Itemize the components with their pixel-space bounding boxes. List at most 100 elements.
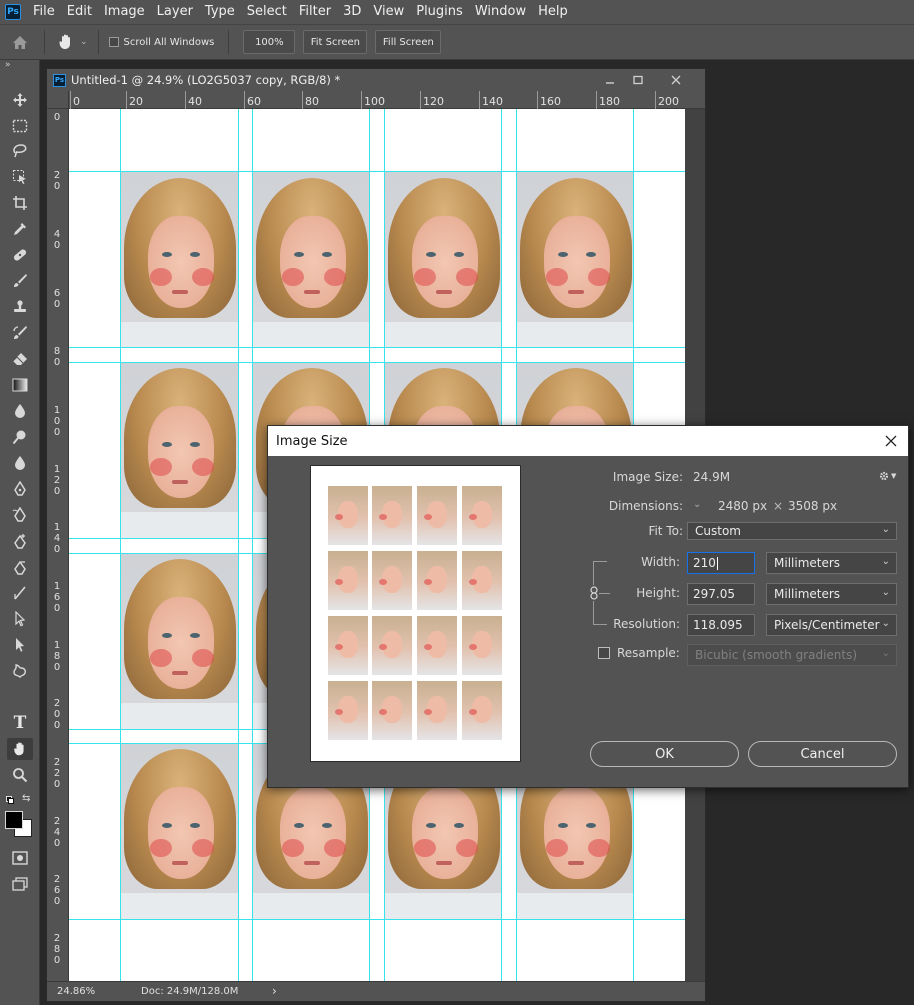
history-brush-tool-icon[interactable] <box>7 322 33 344</box>
zoom-level[interactable]: 24.86% <box>57 986 95 997</box>
resolution-unit-dropdown[interactable]: Pixels/Centimeter ⌄ <box>766 614 897 636</box>
document-tab[interactable]: Ps Untitled-1 @ 24.9% (LO2G5037 copy, RG… <box>47 69 705 91</box>
menu-view[interactable]: View <box>367 0 410 24</box>
move-tool-icon[interactable] <box>7 89 33 111</box>
dialog-title-bar[interactable]: Image Size <box>268 426 908 456</box>
chevron-down-icon[interactable]: ⌄ <box>693 499 701 510</box>
width-label: Width: <box>641 555 680 569</box>
convert-point-tool-icon[interactable] <box>7 582 33 604</box>
freeform-pen-tool-icon[interactable] <box>7 504 33 526</box>
ruler-label: 0 <box>73 95 80 108</box>
menu-plugins[interactable]: Plugins <box>410 0 469 24</box>
lasso-tool-icon[interactable] <box>7 140 33 162</box>
preview-thumbnail <box>417 551 457 610</box>
vertical-ruler[interactable]: 0 2 0 4 0 6 0 8 0 1 0 0 1 2 0 1 4 0 1 6 … <box>47 109 69 981</box>
marquee-tool-icon[interactable] <box>7 115 33 137</box>
chevron-down-icon: ⌄ <box>881 587 890 598</box>
object-select-tool-icon[interactable] <box>7 166 33 188</box>
crop-tool-icon[interactable] <box>7 192 33 214</box>
menu-filter[interactable]: Filter <box>293 0 337 24</box>
horizontal-ruler[interactable]: 0 20 40 60 80 100 120 140 160 180 200 <box>69 91 705 109</box>
scroll-all-windows-checkbox[interactable]: Scroll All Windows <box>108 37 214 48</box>
quick-mask-icon[interactable] <box>7 847 33 869</box>
menu-help[interactable]: Help <box>532 0 574 24</box>
guide-line[interactable] <box>69 362 685 363</box>
add-anchor-point-tool-icon[interactable] <box>7 530 33 552</box>
minimize-icon[interactable] <box>597 69 623 91</box>
width-input[interactable]: 210 <box>687 552 755 574</box>
guide-line[interactable] <box>69 171 685 172</box>
guide-line[interactable] <box>238 109 239 981</box>
swap-colors-icon[interactable]: ⇆ <box>22 793 30 804</box>
zoom-100-button[interactable]: 100% <box>243 30 296 54</box>
chevron-down-icon: ⌄ <box>881 618 890 629</box>
smudge-tool-icon[interactable] <box>7 452 33 474</box>
direct-select-tool-icon[interactable] <box>7 634 33 656</box>
preview-thumbnail <box>417 681 457 740</box>
zoom-tool-icon[interactable] <box>7 764 33 786</box>
link-chain-icon[interactable] <box>588 585 599 601</box>
menu-3d[interactable]: 3D <box>337 0 367 24</box>
ok-button[interactable]: OK <box>590 741 739 767</box>
width-unit-dropdown[interactable]: Millimeters ⌄ <box>766 552 897 574</box>
preview-thumbnail <box>372 486 412 545</box>
screen-mode-icon[interactable] <box>7 873 33 895</box>
hand-tool-icon[interactable] <box>7 738 33 760</box>
fit-screen-button[interactable]: Fit Screen <box>303 30 368 54</box>
guide-line[interactable] <box>69 919 685 920</box>
panel-collapse-icon[interactable]: » <box>5 60 11 70</box>
status-menu-arrow-icon[interactable]: › <box>272 984 277 998</box>
cancel-button[interactable]: Cancel <box>748 741 897 767</box>
healing-brush-tool-icon[interactable] <box>7 244 33 266</box>
guide-line[interactable] <box>120 109 121 981</box>
menu-select[interactable]: Select <box>241 0 293 24</box>
maximize-icon[interactable] <box>625 69 651 91</box>
menu-layer[interactable]: Layer <box>151 0 199 24</box>
gear-icon[interactable]: ▼ <box>878 470 896 482</box>
height-unit-dropdown[interactable]: Millimeters ⌄ <box>766 583 897 605</box>
eyedropper-tool-icon[interactable] <box>7 218 33 240</box>
menu-file[interactable]: File <box>27 0 61 24</box>
image-preview[interactable] <box>310 465 521 762</box>
home-icon[interactable] <box>0 25 40 59</box>
close-icon[interactable] <box>663 69 689 91</box>
close-icon[interactable] <box>880 430 902 452</box>
guide-line[interactable] <box>69 347 685 348</box>
menu-edit[interactable]: Edit <box>61 0 98 24</box>
foreground-color-swatch[interactable] <box>5 811 23 829</box>
guide-line[interactable] <box>252 109 253 981</box>
ruler-label: 2 0 <box>53 170 61 192</box>
fill-screen-button[interactable]: Fill Screen <box>375 30 442 54</box>
ruler-label: 2 6 0 <box>53 874 61 907</box>
hand-tool-preset-picker[interactable]: ⌄ <box>57 33 88 51</box>
resample-dropdown[interactable]: Bicubic (smooth gradients) ⌄ <box>687 644 897 666</box>
custom-shape-tool-icon[interactable] <box>7 660 33 682</box>
fit-to-dropdown[interactable]: Custom ⌄ <box>687 522 897 540</box>
menu-image[interactable]: Image <box>98 0 151 24</box>
menu-bar: Ps File Edit Image Layer Type Select Fil… <box>0 0 914 24</box>
ruler-origin[interactable] <box>47 91 69 109</box>
brush-tool-icon[interactable] <box>7 270 33 292</box>
delete-anchor-point-tool-icon[interactable] <box>7 556 33 578</box>
ruler-label: 140 <box>482 95 503 108</box>
eraser-tool-icon[interactable] <box>7 348 33 370</box>
default-colors-icon[interactable] <box>6 796 14 804</box>
height-unit-value: Millimeters <box>774 587 841 601</box>
menu-type[interactable]: Type <box>199 0 241 24</box>
dodge-tool-icon[interactable] <box>7 426 33 448</box>
photoshop-logo-icon: Ps <box>5 4 21 20</box>
blur-tool-icon[interactable] <box>7 400 33 422</box>
ruler-label: 200 <box>658 95 679 108</box>
resample-checkbox[interactable] <box>598 647 610 659</box>
type-tool-icon[interactable]: T <box>7 712 33 734</box>
gradient-tool-icon[interactable] <box>7 374 33 396</box>
height-input[interactable]: 297.05 <box>687 583 755 605</box>
menu-window[interactable]: Window <box>469 0 532 24</box>
resolution-input[interactable]: 118.095 <box>687 614 755 636</box>
clone-stamp-tool-icon[interactable] <box>7 296 33 318</box>
ruler-label: 2 4 0 <box>53 816 61 849</box>
pen-tool-icon[interactable] <box>7 478 33 500</box>
portrait-photo <box>120 362 238 538</box>
path-select-tool-icon[interactable] <box>7 608 33 630</box>
ruler-label: 0 <box>53 112 61 123</box>
